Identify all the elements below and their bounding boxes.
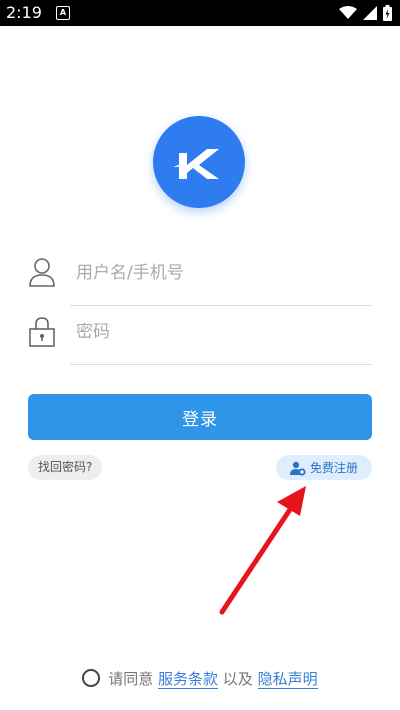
wifi-icon <box>339 6 357 19</box>
username-input[interactable] <box>72 250 376 296</box>
lock-icon <box>29 317 55 347</box>
username-field-row <box>28 250 376 306</box>
password-field-row <box>28 309 376 365</box>
agreement-row: 请同意 服务条款 以及 隐私声明 <box>0 668 400 689</box>
privacy-link[interactable]: 隐私声明 <box>257 670 318 689</box>
agree-radio[interactable] <box>82 669 101 687</box>
forgot-password-button[interactable]: 找回密码? <box>28 455 103 480</box>
agree-prefix: 请同意 <box>108 670 154 688</box>
status-bar: 2:19 A <box>0 0 400 26</box>
system-icons <box>339 5 392 21</box>
signal-icon <box>363 6 377 20</box>
login-button[interactable]: 登录 <box>28 394 372 440</box>
notification-icon: A <box>56 6 70 20</box>
register-button[interactable]: 免费注册 <box>276 455 372 480</box>
register-label: 免费注册 <box>309 461 358 475</box>
user-icon <box>29 258 55 287</box>
terms-link[interactable]: 服务条款 <box>157 670 218 689</box>
add-user-icon <box>289 461 306 476</box>
status-time: 2:19 <box>6 3 42 22</box>
annotation-arrow-icon <box>219 486 306 615</box>
password-underline <box>70 364 372 365</box>
password-input[interactable] <box>72 309 376 355</box>
battery-icon <box>383 5 392 21</box>
agree-joiner: 以及 <box>222 670 253 688</box>
username-underline <box>70 305 372 306</box>
k-logo-icon <box>173 149 219 179</box>
app-logo <box>153 116 245 208</box>
